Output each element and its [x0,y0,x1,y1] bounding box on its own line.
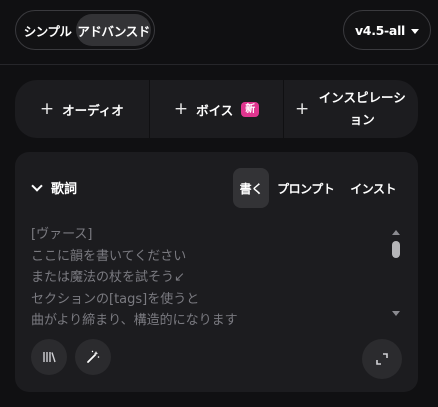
add-voice-label: ボイス [196,102,234,118]
scrollbar-thumb[interactable] [392,241,400,258]
top-bar: シンプル アドバンスド v4.5-all [0,0,438,65]
add-bar: + オーディオ + ボイス 新 + インスピレーション [15,80,418,138]
plus-icon: + [173,98,189,119]
caret-down-icon [411,28,420,34]
add-audio-button[interactable]: + オーディオ [15,80,150,138]
magic-wand-icon [87,350,100,363]
lyrics-title: 歌詞 [51,182,78,197]
add-audio-label: オーディオ [62,102,124,118]
tab-instrumental[interactable]: インスト [342,168,404,208]
mode-toggle: シンプル アドバンスド [15,10,155,50]
expand-icon [376,353,388,365]
plus-icon: + [39,98,55,119]
version-select[interactable]: v4.5-all [343,10,431,50]
version-select-value: v4.5-all [354,22,406,38]
lyrics-tabs: 書く プロンプト インスト [233,168,404,208]
library-icon [43,352,56,363]
lyrics-panel: 歌詞 書く プロンプト インスト [ヴァース] ここに韻を書いてください または… [15,152,418,392]
new-badge: 新 [241,101,260,117]
add-inspiration-button[interactable]: + インスピレーション [284,80,418,138]
tab-prompt[interactable]: プロンプト [269,168,342,208]
expand-button[interactable] [362,339,402,379]
mode-advanced-button[interactable]: アドバンスド [76,14,151,46]
add-inspiration-label: インスピレーション [318,90,406,127]
magic-wand-button[interactable] [75,339,111,375]
library-button[interactable] [31,339,67,375]
lyrics-collapse-toggle[interactable]: 歌詞 [31,178,78,197]
tab-write[interactable]: 書く [233,168,270,208]
add-voice-button[interactable]: + ボイス 新 [150,80,285,138]
plus-icon: + [295,98,310,119]
scroll-down-arrow[interactable] [392,311,400,316]
lyrics-textarea[interactable]: [ヴァース] ここに韻を書いてください または魔法の杖を試そう↙ セクションの[… [31,224,381,332]
scroll-up-arrow[interactable] [392,230,400,235]
chevron-down-icon [31,179,43,192]
mode-simple-button[interactable]: シンプル [19,14,76,46]
